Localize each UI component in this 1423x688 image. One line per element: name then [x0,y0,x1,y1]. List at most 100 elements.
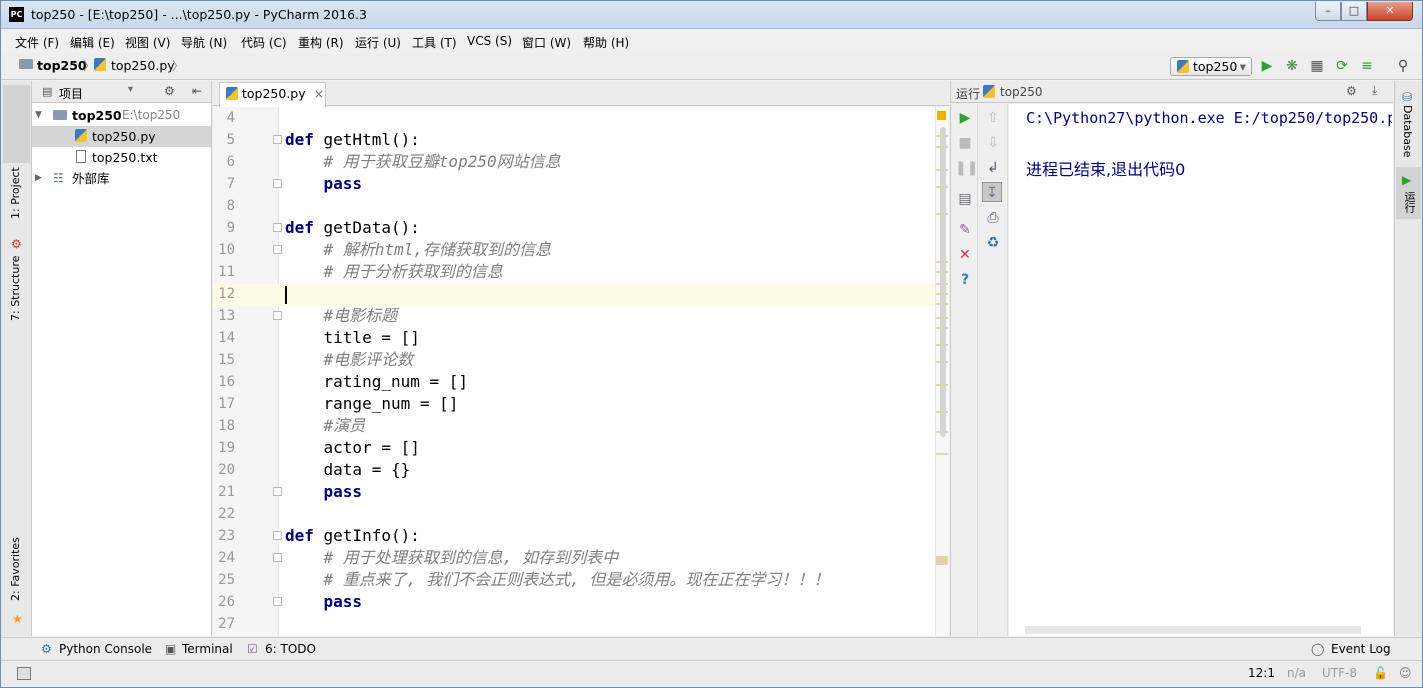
menu-tools[interactable]: 工具 (T) [412,34,457,51]
code-line: data = {} [285,459,411,481]
lock-icon[interactable]: 🔓 [1373,666,1388,680]
console-line: 进程已结束,退出代码0 [1026,160,1186,179]
gear-icon[interactable]: ⚙ [1346,84,1357,98]
tree-item-file[interactable]: top250.py [32,126,211,147]
fold-marker[interactable] [273,531,282,540]
close-button[interactable]: ✕ [1367,2,1413,21]
arrow-up-icon[interactable]: ⇧ [983,108,1003,128]
tree-item-external-libraries[interactable]: ▶ ☷ 外部库 [32,168,211,189]
warning-marker [936,213,948,215]
fold-marker[interactable] [273,245,282,254]
close-icon[interactable]: ✕ [955,245,975,265]
scroll-to-end-icon[interactable]: ↧ [982,182,1002,202]
breadcrumb-project[interactable]: top250 [37,58,87,73]
profile-icon[interactable]: ⟳ [1334,58,1350,74]
run-config-tab[interactable]: top250 [1000,85,1043,99]
tool-windows-toggle-icon[interactable] [17,667,31,680]
project-view-label[interactable]: 项目 [59,85,83,102]
line-number: 7 [226,176,235,192]
close-tab-icon[interactable]: × [314,86,324,101]
run-console[interactable] [1009,104,1393,636]
tool-tab-project[interactable]: 1: Project [9,167,22,219]
structure-icon: ⚙ [11,237,22,251]
warning-marker [936,327,948,329]
warning-marker [936,431,948,433]
warning-marker [936,293,948,295]
menu-code[interactable]: 代码 (C) [241,34,287,51]
chevron-down-icon: ▾ [1239,59,1246,74]
fold-marker[interactable] [273,487,282,496]
tool-tab-favorites[interactable]: 2: Favorites [9,537,22,601]
tree-item-label: 外部库 [72,171,110,186]
fold-marker[interactable] [273,179,282,188]
tool-tab-todo[interactable]: 6: TODO [265,642,316,656]
fold-marker[interactable] [273,597,282,606]
arrow-down-icon[interactable]: ⇩ [983,133,1003,153]
fold-marker[interactable] [273,135,282,144]
run-concurrency-icon[interactable]: ≡ [1359,58,1375,74]
tool-tab-event-log[interactable]: Event Log [1331,642,1391,656]
tool-tab-structure[interactable]: 7: Structure [9,256,22,321]
minimize-button[interactable]: – [1315,2,1341,21]
pin-icon[interactable]: ✎ [955,220,975,240]
tool-tab-terminal[interactable]: Terminal [182,642,233,656]
tool-tab-database[interactable]: Database [1401,105,1414,158]
maximize-button[interactable]: □ [1341,2,1367,21]
warning-marker [936,261,948,263]
menu-edit[interactable]: 编辑 (E) [70,34,115,51]
menu-vcs[interactable]: VCS (S) [467,34,512,48]
hide-panel-icon[interactable]: ⇤ [192,84,202,98]
folder-icon [19,59,33,69]
fold-marker[interactable] [273,223,282,232]
debug-icon[interactable]: ❋ [1284,58,1300,74]
coverage-icon[interactable]: ▦ [1309,58,1325,74]
file-encoding[interactable]: UTF-8 [1322,666,1357,680]
soft-wrap-icon[interactable]: ↲ [983,158,1003,178]
menu-file[interactable]: 文件 (F) [15,34,59,51]
menu-navigate[interactable]: 导航 (N) [181,34,227,51]
fold-marker[interactable] [273,553,282,562]
code-text: actor = [] [285,438,420,457]
layout-icon[interactable]: ▤ [955,189,975,209]
menu-window[interactable]: 窗口 (W) [522,34,571,51]
tool-tab-python-console[interactable]: Python Console [59,642,152,656]
breadcrumb-file[interactable]: top250.py [111,58,175,73]
code-keyword: pass [323,592,363,611]
code-text: data = {} [285,460,411,479]
fold-marker[interactable] [273,311,282,320]
menu-run[interactable]: 运行 (U) [355,34,401,51]
hide-panel-icon[interactable]: ⤓ [1372,83,1377,98]
search-icon[interactable]: ⚲ [1395,58,1411,74]
project-pane: ▤ 项目 ▾ ⚙ ⇤ ▼ top250 E:\top250 top250.py … [32,81,212,636]
tree-item-path: E:\top250 [122,108,181,122]
line-number: 6 [226,154,235,170]
print-icon[interactable]: ⎙ [983,208,1003,228]
menu-view[interactable]: 视图 (V) [125,34,170,51]
tree-item-project-root[interactable]: ▼ top250 E:\top250 [32,105,211,126]
tool-tab-run[interactable]: 运行 [1401,191,1417,213]
tree-item-file[interactable]: top250.txt [32,147,211,168]
cursor-position[interactable]: 12:1 [1248,666,1275,680]
chevron-down-icon[interactable]: ▾ [128,84,133,95]
project-pane-header: ▤ 项目 ▾ ⚙ ⇤ [32,81,211,103]
run-configuration-select[interactable]: top250 ▾ [1170,57,1252,76]
rerun-icon[interactable]: ▶ [955,108,975,128]
run-icon: ▶ [1402,173,1412,187]
code-line: title = [] [285,327,420,349]
code-line: def getData(): [285,217,420,239]
gear-icon[interactable]: ⚙ [164,84,175,98]
line-separator[interactable]: n/a [1287,666,1306,680]
code-keyword: def [285,130,324,149]
editor-scrollbar-thumb[interactable] [940,127,946,437]
stop-icon[interactable]: ■ [955,133,975,153]
trash-icon[interactable]: ♻ [983,233,1003,253]
text-caret [285,286,287,304]
help-icon[interactable]: ? [955,270,975,290]
pause-icon[interactable]: ❚❚ [955,158,978,178]
console-horizontal-scrollbar[interactable] [1025,626,1361,634]
run-icon[interactable]: ▶ [1259,58,1275,74]
editor-tab[interactable]: top250.py × [219,82,326,107]
menu-refactor[interactable]: 重构 (R) [298,34,344,51]
inspector-icon[interactable]: ☺ [1399,666,1412,680]
menu-help[interactable]: 帮助 (H) [583,34,629,51]
